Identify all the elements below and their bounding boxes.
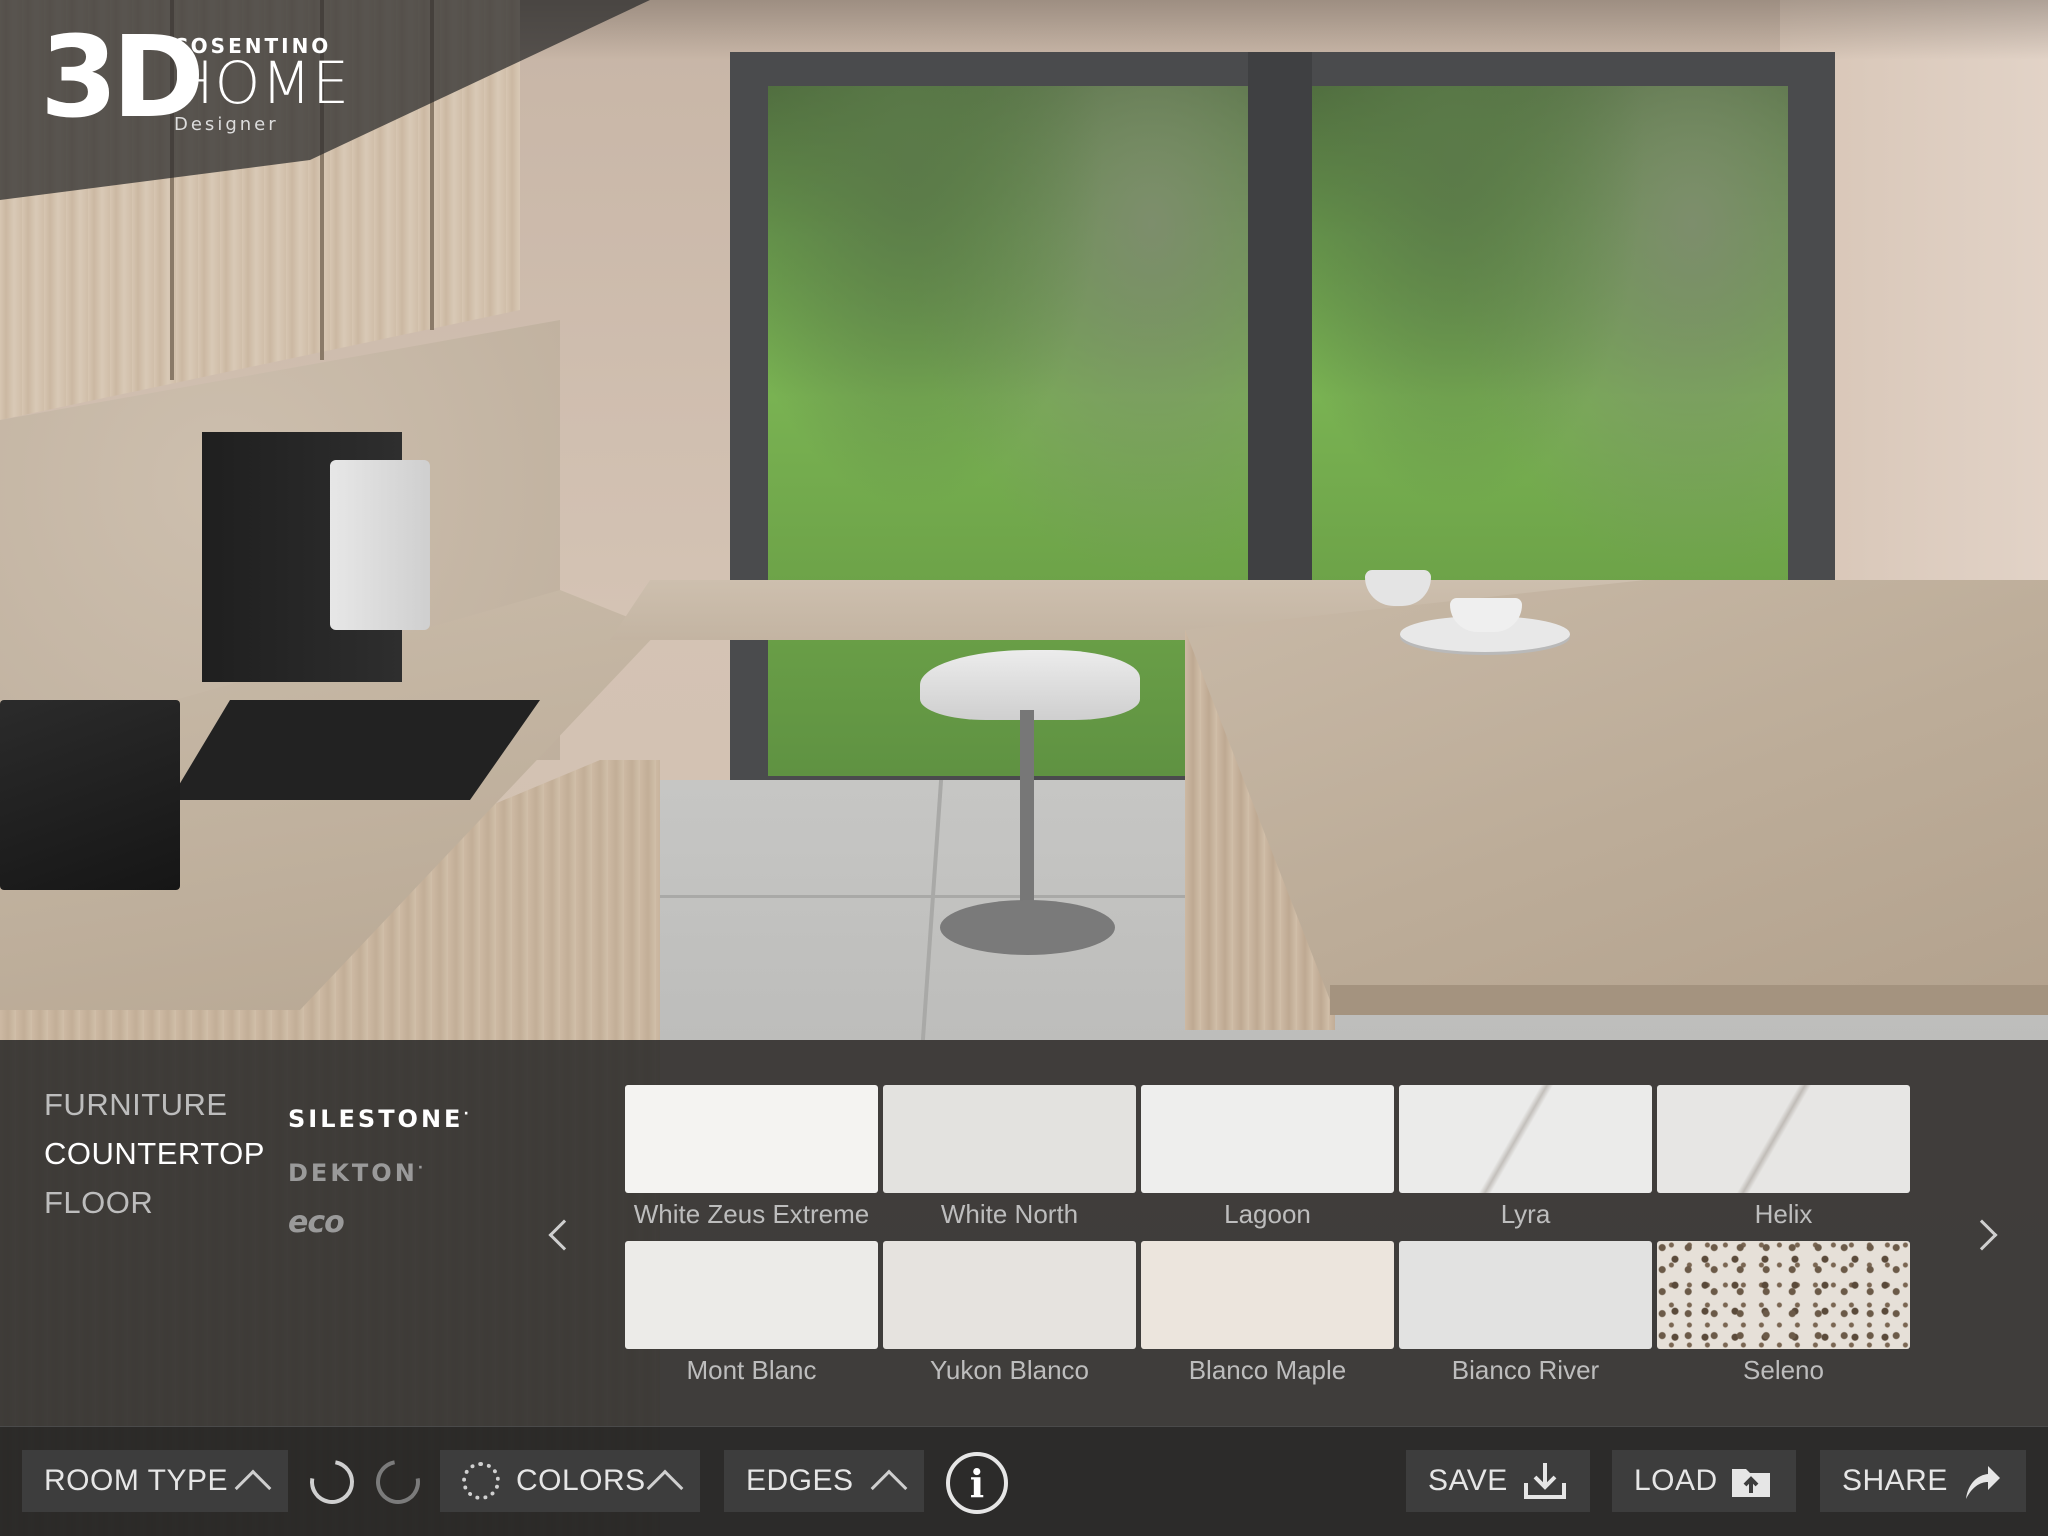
material-grid: White Zeus Extreme White North Lagoon Ly… [625,1085,1915,1391]
material-name: Bianco River [1451,1355,1600,1385]
material-name: Mont Blanc [686,1355,817,1385]
folder-upload-icon [1728,1461,1774,1501]
material-tile[interactable]: White Zeus Extreme [625,1085,878,1235]
save-button[interactable]: SAVE [1406,1450,1590,1512]
floor-tile-seam [640,895,1200,898]
colors-label: COLORS [516,1464,646,1497]
material-tile[interactable]: Helix [1657,1085,1910,1235]
material-swatch [1399,1085,1652,1193]
load-button[interactable]: LOAD [1612,1450,1796,1512]
prev-page-button[interactable] [544,1210,584,1260]
material-name: Lagoon [1224,1199,1311,1229]
material-swatch [625,1085,878,1193]
category-floor[interactable]: FLOOR [44,1178,265,1227]
material-name: Helix [1754,1199,1813,1229]
edges-button[interactable]: EDGES [724,1450,924,1512]
material-name: White North [940,1199,1079,1229]
toaster [0,700,180,890]
countertop-island [1185,580,2048,1000]
share-label: SHARE [1842,1464,1948,1497]
next-page-button[interactable] [1962,1210,2002,1260]
material-swatch [1657,1241,1910,1349]
logo-product: HOME [170,49,350,117]
download-icon [1522,1461,1568,1501]
countertop-edge [1330,985,2048,1015]
category-list: FURNITURE COUNTERTOP FLOOR [44,1080,265,1227]
material-swatch [1141,1085,1394,1193]
material-tile[interactable]: Blanco Maple [1141,1241,1394,1391]
info-icon[interactable]: i [946,1452,1008,1514]
material-swatch [1399,1241,1652,1349]
category-furniture[interactable]: FURNITURE [44,1080,265,1129]
material-swatch [1657,1085,1910,1193]
material-swatch [1141,1241,1394,1349]
save-label: SAVE [1428,1464,1508,1497]
material-tile[interactable]: Lagoon [1141,1085,1394,1235]
material-name: White Zeus Extreme [633,1199,870,1229]
material-name: Seleno [1743,1355,1824,1385]
brand-silestone[interactable]: SILESTONE· [288,1090,472,1144]
material-name: Yukon Blanco [929,1355,1089,1385]
chevron-up-icon [646,1469,684,1507]
material-name: Lyra [1500,1199,1551,1229]
color-wheel-icon [462,1462,500,1500]
brand-eco[interactable]: eco [288,1198,472,1247]
chevron-up-icon [870,1469,908,1507]
brand-dekton[interactable]: DEKTON· [288,1144,472,1198]
chevron-left-icon [548,1219,580,1251]
chevron-up-icon [234,1469,272,1507]
colors-button[interactable]: COLORS [440,1450,700,1512]
bar-stool-base [940,900,1115,955]
category-countertop[interactable]: COUNTERTOP [44,1129,265,1178]
material-name: Blanco Maple [1188,1355,1347,1385]
material-tile[interactable]: White North [883,1085,1136,1235]
share-arrow-icon [1958,1461,2004,1501]
room-type-label: ROOM TYPE [44,1464,228,1497]
material-swatch [625,1241,878,1349]
chevron-right-icon [1966,1219,1998,1251]
material-tile[interactable]: Yukon Blanco [883,1241,1136,1391]
material-tile[interactable]: Bianco River [1399,1241,1652,1391]
material-tile[interactable]: Mont Blanc [625,1241,878,1391]
share-button[interactable]: SHARE [1820,1450,2026,1512]
edges-label: EDGES [746,1464,854,1497]
material-tile[interactable]: Seleno [1657,1241,1910,1391]
material-tile[interactable]: Lyra [1399,1085,1652,1235]
coffee-machine-tank [330,460,430,630]
logo-subtitle: Designer [174,114,279,135]
material-swatch [883,1241,1136,1349]
room-type-button[interactable]: ROOM TYPE [22,1450,288,1512]
load-label: LOAD [1634,1464,1718,1497]
material-swatch [883,1085,1136,1193]
brand-list: SILESTONE· DEKTON· eco [288,1090,472,1247]
